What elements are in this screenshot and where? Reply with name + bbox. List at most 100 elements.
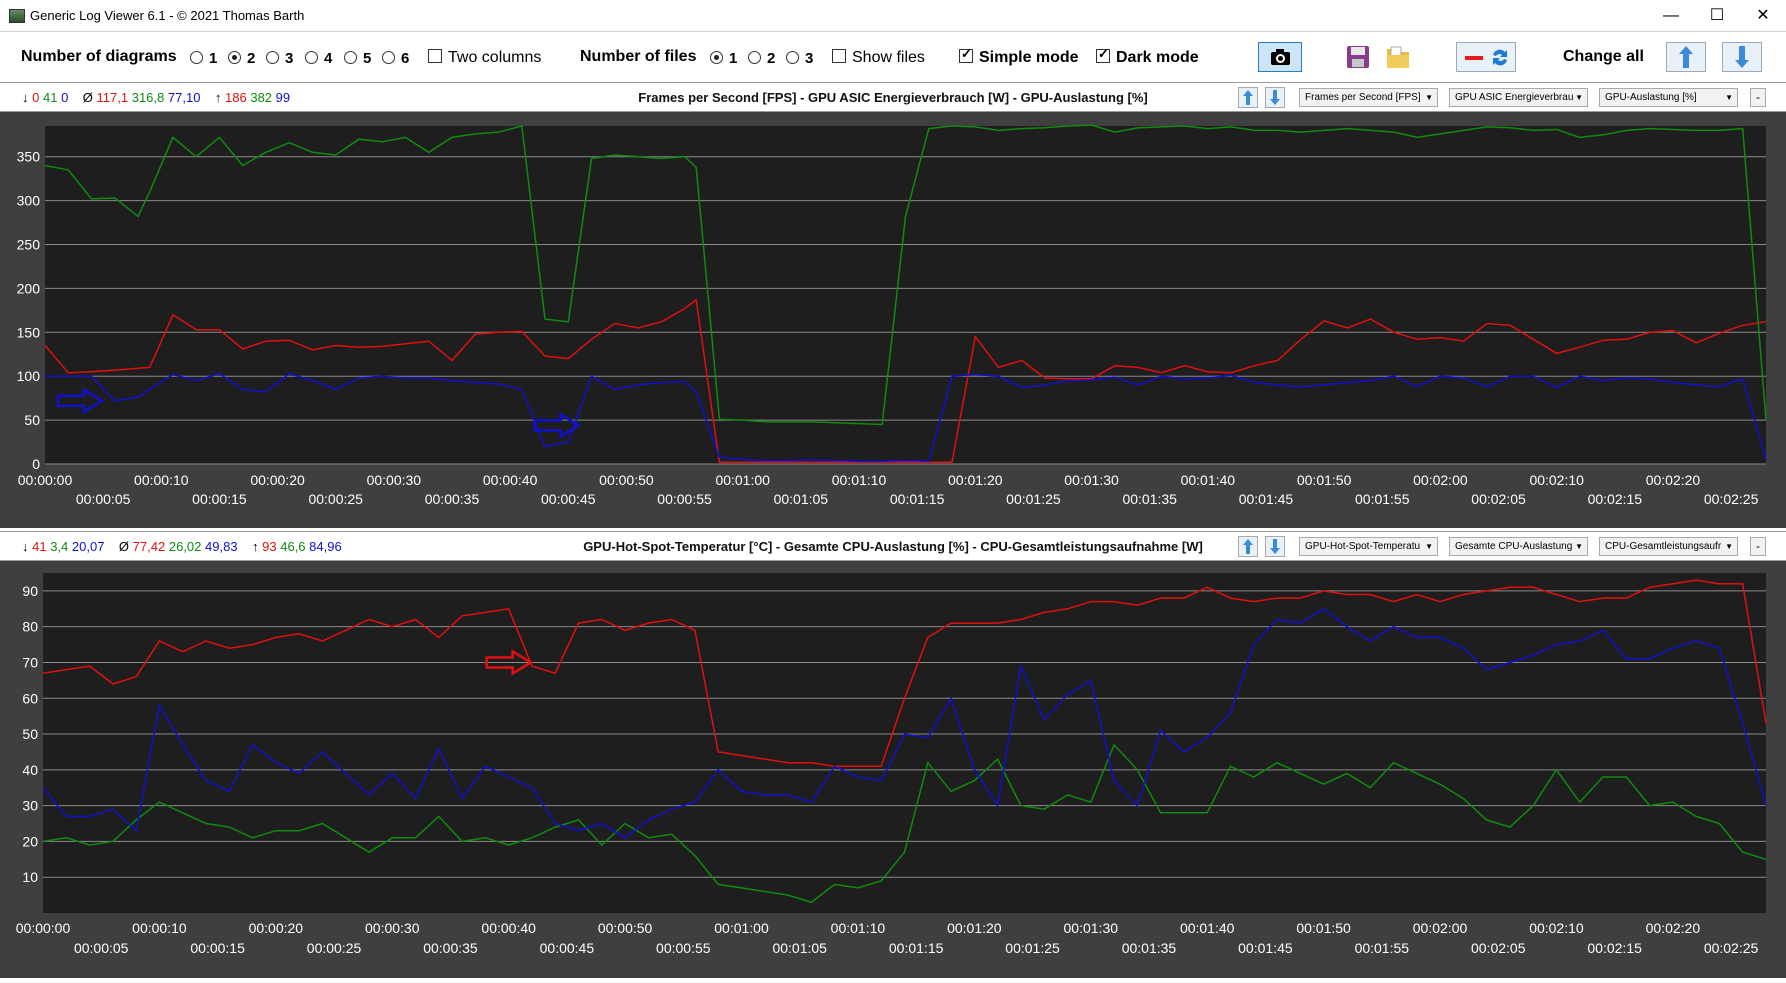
checkbox-label: Dark mode (1116, 49, 1199, 66)
y-tick-label: 250 (17, 237, 41, 253)
arrow-up-icon (1679, 46, 1693, 68)
show-files-checkbox[interactable]: Show files (832, 49, 925, 67)
panel-2-down-button[interactable] (1265, 536, 1285, 557)
x-tick-label: 00:01:00 (714, 920, 769, 936)
radio-label: 2 (247, 50, 256, 67)
x-tick-label: 00:02:00 (1413, 472, 1468, 488)
x-tick-label: 00:00:05 (76, 491, 131, 507)
selector-value: Frames per Second [FPS] (1305, 92, 1421, 103)
x-tick-label: 00:01:45 (1238, 940, 1293, 956)
panel-2-selector-3[interactable]: CPU-Gesamtleistungsaufr ▼ (1599, 537, 1738, 556)
maximize-button[interactable]: ☐ (1694, 0, 1740, 31)
move-up-button[interactable] (1666, 42, 1706, 72)
x-tick-label: 00:02:05 (1471, 940, 1526, 956)
chevron-down-icon: ▼ (1575, 542, 1583, 551)
x-tick-label: 00:00:10 (134, 472, 189, 488)
x-tick-label: 00:00:15 (190, 940, 245, 956)
x-tick-label: 00:02:20 (1646, 472, 1701, 488)
diagrams-radio-1[interactable]: 1 (190, 50, 218, 67)
radio-dot (710, 51, 723, 64)
diagrams-radio-2[interactable]: 2 (228, 50, 256, 67)
two-columns-checkbox[interactable]: Two columns (428, 49, 541, 67)
panel-2-selector-1[interactable]: GPU-Hot-Spot-Temperatu ▼ (1299, 537, 1438, 556)
radio-dot (344, 51, 357, 64)
panel-2-selector-2[interactable]: Gesamte CPU-Auslastung ▼ (1449, 537, 1588, 556)
save-icon (1347, 46, 1369, 68)
minimize-button[interactable]: — (1648, 0, 1694, 31)
x-tick-label: 00:00:50 (598, 920, 653, 936)
plot-area (43, 573, 1766, 913)
panel-2-header: ↓ 41 3,4 20,07 Ø 77,42 26,02 49,83 ↑ 93 … (0, 531, 1786, 561)
chart-1-svg: 05010015020025030035000:00:00 00:00:10 00:… (17, 124, 1767, 507)
panel-1-remove-button[interactable]: - (1750, 88, 1766, 107)
radio-label: 3 (285, 50, 294, 67)
diagrams-radio-3[interactable]: 3 (266, 50, 294, 67)
radio-label: 1 (209, 50, 218, 67)
x-tick-label: 00:00:00 (18, 472, 73, 488)
panel-1-chart[interactable]: 0 50 100 150 200 250 300 350 00:00:00 00:00:10 00:… (0, 112, 1786, 528)
y-tick-label: 10 (22, 869, 38, 885)
x-tick-label: 00:00:25 (308, 491, 363, 507)
save-button[interactable] (1340, 42, 1374, 72)
panel-2-remove-button[interactable]: - (1750, 537, 1766, 556)
y-tick-label: 30 (22, 798, 38, 814)
simple-mode-checkbox[interactable]: Simple mode (959, 46, 1079, 67)
files-radio-3[interactable]: 3 (786, 50, 813, 67)
x-tick-label: 00:00:20 (250, 472, 305, 488)
panel-1-down-button[interactable] (1265, 87, 1285, 108)
x-tick-label: 00:00:45 (540, 940, 595, 956)
panel-1-selector-2[interactable]: GPU ASIC Energieverbrau ▼ (1449, 88, 1588, 107)
panel-1-selector-1[interactable]: Frames per Second [FPS] ▼ (1299, 88, 1438, 107)
checkbox-label: Simple mode (979, 49, 1079, 66)
move-down-button[interactable] (1722, 42, 1762, 72)
arrow-up-icon (1243, 539, 1253, 554)
x-tick-label: 00:00:40 (481, 920, 536, 936)
checkbox-label: Two columns (448, 49, 542, 66)
radio-dot (266, 51, 279, 64)
x-tick-label: 00:00:50 (599, 472, 654, 488)
panel-2-chart[interactable]: 10 20 30 40 50 60 70 80 90 00:00:00 00:00:10 00:00:… (0, 561, 1786, 978)
close-button[interactable]: ✕ (1740, 0, 1786, 31)
screenshot-button[interactable] (1258, 42, 1302, 72)
x-tick-label: 00:02:20 (1646, 920, 1701, 936)
panel-1-up-button[interactable] (1238, 87, 1258, 108)
x-tick-label: 00:00:30 (367, 472, 422, 488)
x-tick-label: 00:00:35 (425, 491, 480, 507)
remove-refresh-button[interactable] (1456, 42, 1516, 72)
diagrams-radio-5[interactable]: 5 (344, 50, 371, 67)
diagrams-radio-6[interactable]: 6 (382, 50, 409, 67)
x-tick-label: 00:01:10 (832, 472, 887, 488)
checkbox-box (428, 49, 442, 63)
open-button[interactable] (1380, 42, 1414, 72)
number-of-files-label: Number of files (580, 48, 697, 65)
panel-1-selector-3[interactable]: GPU-Auslastung [%] ▼ (1599, 88, 1738, 107)
panel-2-up-button[interactable] (1238, 536, 1258, 557)
y-tick-label: 40 (22, 762, 38, 778)
x-tick-label: 00:01:35 (1122, 491, 1177, 507)
x-tick-label: 00:01:25 (1006, 491, 1061, 507)
x-tick-label: 00:02:00 (1413, 920, 1468, 936)
x-tick-label: 00:00:05 (74, 940, 129, 956)
dark-mode-checkbox[interactable]: Dark mode (1096, 46, 1199, 67)
x-tick-label: 00:01:05 (774, 491, 829, 507)
y-tick-label: 100 (17, 368, 41, 384)
radio-label: 2 (767, 50, 776, 67)
arrow-down-icon (1270, 90, 1280, 105)
diagrams-radio-4[interactable]: 4 (305, 50, 332, 67)
y-tick-label: 20 (22, 833, 38, 849)
folder-icon (1387, 46, 1409, 68)
x-tick-label: 00:00:30 (365, 920, 420, 936)
radio-label: 1 (729, 50, 738, 67)
window-title: Generic Log Viewer 6.1 - © 2021 Thomas B… (30, 8, 305, 23)
files-radio-1[interactable]: 1 (710, 50, 738, 67)
y-tick-label: 50 (22, 726, 38, 742)
x-tick-label: 00:02:15 (1587, 940, 1642, 956)
x-tick-label: 00:00:55 (656, 940, 711, 956)
x-tick-label: 00:01:25 (1005, 940, 1060, 956)
files-radio-2[interactable]: 2 (748, 50, 776, 67)
chevron-down-icon: ▼ (1575, 93, 1583, 102)
y-tick-label: 300 (17, 193, 41, 209)
x-tick-label: 00:00:15 (192, 491, 247, 507)
title-bar: Generic Log Viewer 6.1 - © 2021 Thomas B… (0, 0, 1786, 32)
checkbox-box (1096, 46, 1110, 63)
